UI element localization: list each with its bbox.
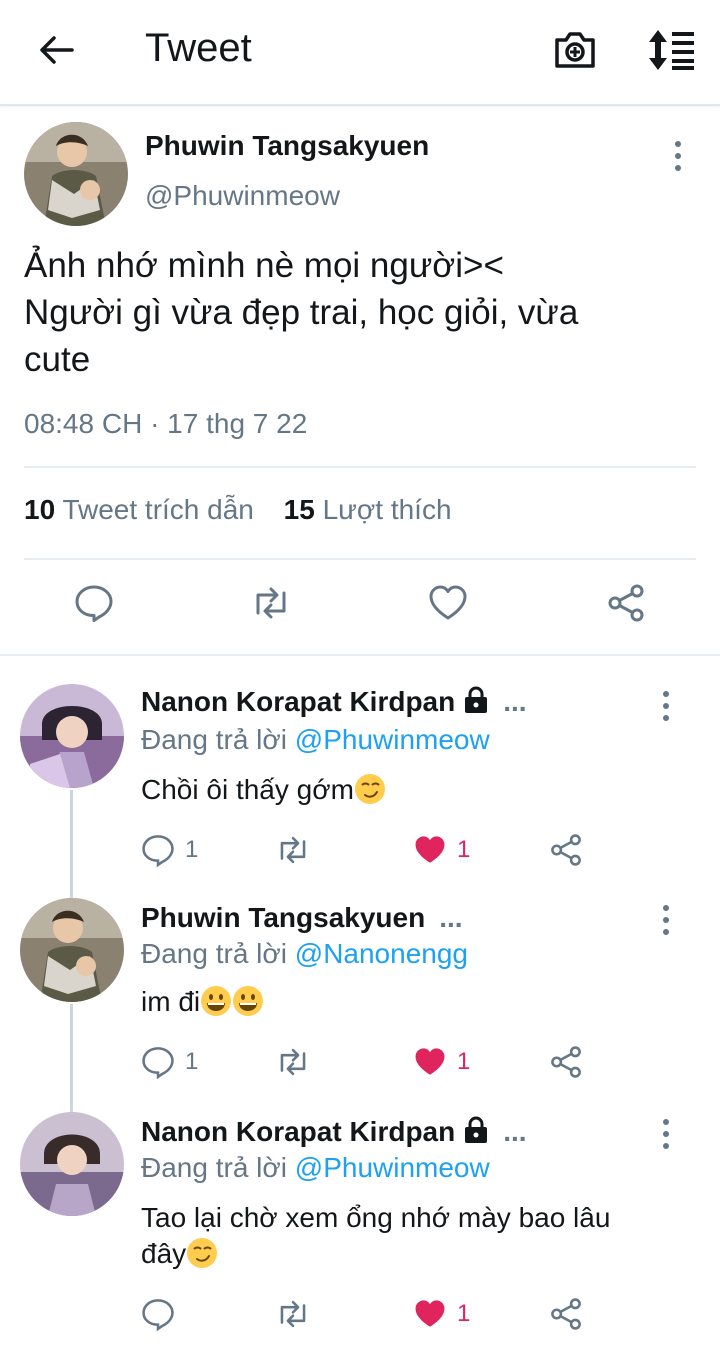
- author-name-text: Nanon Korapat Kirdpan: [141, 686, 456, 717]
- tweet-text-line: cute: [24, 340, 91, 379]
- like-icon[interactable]: [428, 583, 468, 623]
- section-divider: [0, 654, 720, 656]
- likes-stat[interactable]: 15 Lượt thích: [284, 494, 452, 526]
- replying-to: Đang trả lời @Phuwinmeow: [141, 724, 490, 756]
- reply-icon: [142, 1047, 174, 1079]
- like-button[interactable]: 1: [413, 1296, 470, 1332]
- reply-text-line: Tao lại chờ xem ổng nhớ mày bao lâu: [141, 1202, 611, 1233]
- replying-prefix: Đang trả lời: [141, 938, 287, 969]
- share-button[interactable]: [549, 832, 583, 868]
- like-count: 15: [283, 494, 315, 525]
- share-icon: [551, 834, 581, 866]
- camera-add-icon[interactable]: [552, 28, 598, 72]
- reply-text: Tao lại chờ xem ổng nhớ mày bao lâu đây: [141, 1200, 661, 1272]
- name-truncation: ...: [439, 902, 463, 933]
- retweet-button[interactable]: [275, 1044, 311, 1080]
- page-title: Tweet: [145, 26, 252, 70]
- reply-text-content: đây: [141, 1238, 187, 1269]
- reply-icon[interactable]: [74, 583, 114, 623]
- avatar[interactable]: [20, 684, 124, 788]
- like-count: 1: [457, 836, 471, 863]
- reply-text: im đi: [141, 984, 661, 1020]
- share-icon: [551, 1298, 581, 1330]
- reply-text-content: Chồi ôi thấy gớm: [141, 774, 354, 805]
- tweet-text-line: Người gì vừa đẹp trai, học giỏi, vừa: [24, 293, 579, 332]
- reply-author-name[interactable]: Phuwin Tangsakyuen...: [141, 902, 463, 934]
- reply-actions: 1: [0, 1296, 720, 1336]
- reply-text-line: đây: [141, 1236, 661, 1272]
- tweet-stats: 10 Tweet trích dẫn 15 Lượt thích: [24, 494, 474, 526]
- replying-to: Đang trả lời @Phuwinmeow: [141, 1152, 490, 1184]
- avatar[interactable]: [20, 898, 124, 1002]
- smirk-emoji-icon: [186, 1237, 218, 1269]
- quote-tweets-stat[interactable]: 10 Tweet trích dẫn: [24, 494, 254, 526]
- reply-author-name[interactable]: Nanon Korapat Kirdpan...: [141, 686, 527, 721]
- retweet-icon[interactable]: [250, 583, 290, 623]
- share-icon[interactable]: [606, 583, 646, 623]
- tweet-text-line: Ảnh nhớ mình nè mọi người><: [24, 246, 504, 285]
- author-name-text: Nanon Korapat Kirdpan: [141, 1116, 456, 1147]
- author-name-text: Phuwin Tangsakyuen: [141, 902, 426, 933]
- back-arrow-icon[interactable]: [34, 28, 78, 72]
- replying-prefix: Đang trả lời: [141, 1152, 287, 1183]
- retweet-icon: [280, 1300, 306, 1328]
- lock-icon: [463, 686, 489, 721]
- grin-emoji-icon: [232, 985, 264, 1017]
- retweet-icon: [280, 836, 306, 864]
- like-label: Lượt thích: [322, 494, 452, 525]
- share-button[interactable]: [549, 1296, 583, 1332]
- smirk-emoji-icon: [354, 773, 386, 805]
- reply-author-name[interactable]: Nanon Korapat Kirdpan...: [141, 1116, 527, 1151]
- mention-link[interactable]: @Phuwinmeow: [295, 724, 490, 755]
- name-truncation: ...: [503, 686, 527, 717]
- share-icon: [551, 1046, 581, 1078]
- reply-button[interactable]: [141, 1296, 185, 1332]
- more-options-icon[interactable]: [654, 1116, 678, 1152]
- mention-link[interactable]: @Nanonengg: [295, 938, 468, 969]
- top-app-bar: Tweet: [0, 0, 720, 106]
- more-options-icon[interactable]: [654, 902, 678, 938]
- tweet-timestamp: 08:48 CH · 17 thg 7 22: [24, 408, 308, 439]
- avatar[interactable]: [20, 1112, 124, 1216]
- liked-heart-icon: [415, 1300, 445, 1327]
- like-count: 1: [457, 1300, 471, 1327]
- divider: [24, 466, 696, 468]
- reply-actions: 1 1: [0, 1044, 720, 1084]
- lock-icon: [463, 1116, 489, 1151]
- reply-button[interactable]: 1: [141, 1044, 198, 1080]
- like-count: 1: [457, 1048, 471, 1075]
- reply-icon: [142, 1299, 174, 1331]
- quote-count: 10: [24, 494, 56, 525]
- reply-text: Chồi ôi thấy gớm: [141, 772, 661, 808]
- mention-link[interactable]: @Phuwinmeow: [295, 1152, 490, 1183]
- reply-button[interactable]: 1: [141, 832, 198, 868]
- reply-count: 1: [185, 836, 199, 863]
- tweet-text: Ảnh nhớ mình nè mọi người>< Người gì vừa…: [24, 242, 694, 383]
- reply-count: 1: [185, 1048, 199, 1075]
- author-name[interactable]: Phuwin Tangsakyuen: [145, 130, 429, 162]
- retweet-button[interactable]: [275, 1296, 311, 1332]
- liked-heart-icon: [415, 1048, 445, 1075]
- reply-actions: 1 1: [0, 832, 720, 872]
- share-button[interactable]: [549, 1044, 583, 1080]
- replying-to: Đang trả lời @Nanonengg: [141, 938, 468, 970]
- reply-icon: [142, 835, 174, 867]
- reply-text-content: im đi: [141, 986, 201, 1017]
- more-options-icon[interactable]: [666, 138, 690, 174]
- liked-heart-icon: [415, 836, 445, 863]
- quote-label: Tweet trích dẫn: [62, 494, 254, 525]
- replying-prefix: Đang trả lời: [141, 724, 287, 755]
- retweet-button[interactable]: [275, 832, 311, 868]
- like-button[interactable]: 1: [413, 832, 470, 868]
- retweet-icon: [280, 1048, 306, 1076]
- like-button[interactable]: 1: [413, 1044, 470, 1080]
- sort-icon[interactable]: [646, 28, 698, 72]
- tweet-actions: [0, 583, 720, 633]
- author-handle[interactable]: @Phuwinmeow: [145, 180, 340, 212]
- more-options-icon[interactable]: [654, 688, 678, 724]
- divider: [24, 558, 696, 560]
- name-truncation: ...: [503, 1116, 527, 1147]
- avatar[interactable]: [24, 122, 128, 226]
- grin-emoji-icon: [200, 985, 232, 1017]
